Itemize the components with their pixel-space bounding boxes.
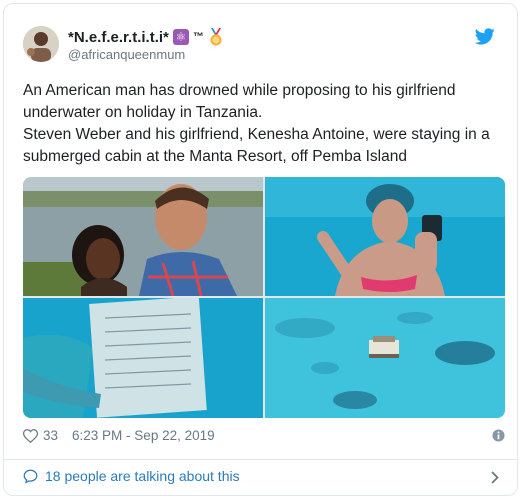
tweet-meta: 33 6:23 PM - Sep 22, 2019 [23, 428, 505, 443]
trademark-symbol: ™ [192, 31, 204, 43]
conversation-label[interactable]: 18 people are talking about this [45, 468, 240, 484]
medal-icon [210, 28, 222, 46]
twitter-logo-icon[interactable] [475, 28, 495, 45]
atom-icon: ⚛ [172, 29, 189, 45]
divider [4, 459, 517, 460]
author-display-name[interactable]: *N.e.f.e.r.t.i.t.i* [68, 29, 169, 46]
like-count[interactable]: 33 [43, 428, 58, 443]
tweet-timestamp[interactable]: 6:23 PM - Sep 22, 2019 [72, 428, 215, 443]
chevron-right-icon[interactable] [491, 471, 499, 484]
aerial-cabin-photo[interactable] [265, 298, 505, 418]
underwater-ring-photo[interactable] [265, 177, 505, 296]
avatar[interactable] [23, 26, 59, 62]
media-grid[interactable] [23, 177, 505, 418]
couple-photo[interactable] [23, 177, 263, 296]
conversation-link[interactable]: 18 people are talking about this [23, 468, 505, 484]
tweet-card[interactable]: *N.e.f.e.r.t.i.t.i* ⚛ ™ @africanqueenmum… [3, 3, 518, 496]
speech-bubble-icon [23, 469, 38, 484]
tweet-text: An American man has drowned while propos… [23, 82, 490, 165]
heart-icon[interactable] [23, 428, 38, 443]
author-name-row[interactable]: *N.e.f.e.r.t.i.t.i* ⚛ ™ [68, 28, 224, 46]
info-icon[interactable] [492, 429, 505, 442]
underwater-note-photo[interactable] [23, 298, 263, 418]
author-handle[interactable]: @africanqueenmum [68, 47, 185, 62]
